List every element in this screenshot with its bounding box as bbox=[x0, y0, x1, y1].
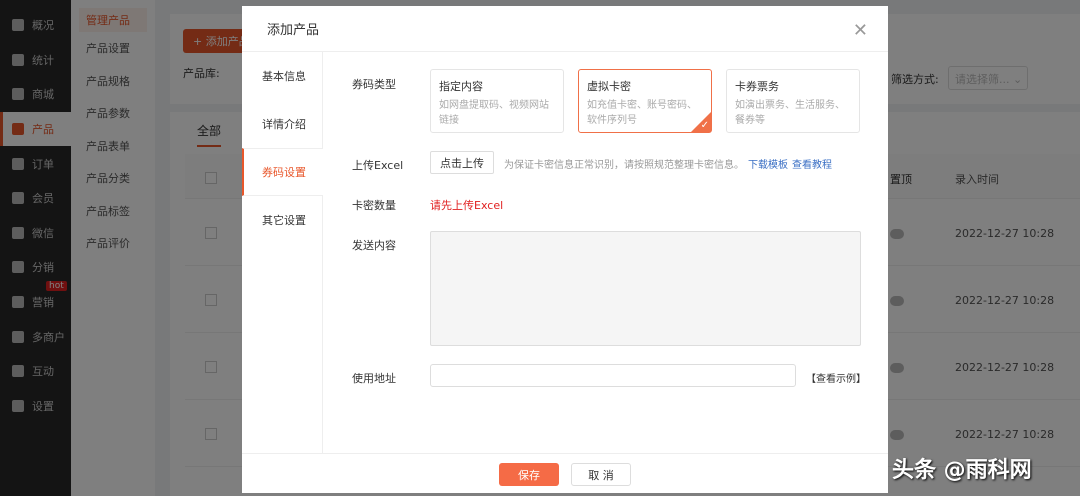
modal-tabs: 基本信息 详情介绍 券码设置 其它设置 bbox=[242, 52, 323, 453]
content-textarea[interactable] bbox=[430, 231, 861, 346]
upload-button[interactable]: 点击上传 bbox=[430, 151, 494, 174]
save-button[interactable]: 保存 bbox=[499, 463, 559, 486]
download-template-link[interactable]: 下载模板 bbox=[748, 160, 788, 171]
code-type-option[interactable]: 卡券票务 如演出票务、生活服务、餐券等 bbox=[726, 69, 860, 133]
count-label: 卡密数量 bbox=[352, 199, 396, 212]
count-error: 请先上传Excel bbox=[430, 199, 504, 212]
cancel-button[interactable]: 取 消 bbox=[571, 463, 631, 486]
view-example-link[interactable]: 【查看示例】 bbox=[806, 370, 866, 385]
tab-basic-info[interactable]: 基本信息 bbox=[242, 52, 322, 100]
code-type-option[interactable]: 指定内容 如网盘提取码、视频网站链接 bbox=[430, 69, 564, 133]
tab-details[interactable]: 详情介绍 bbox=[242, 100, 322, 148]
watermark: 头条 @雨科网 bbox=[892, 458, 1032, 483]
code-type-option-selected[interactable]: 虚拟卡密 如充值卡密、账号密码、软件序列号 ✓ bbox=[578, 69, 712, 133]
tab-code-settings[interactable]: 券码设置 bbox=[242, 148, 323, 196]
address-label: 使用地址 bbox=[352, 372, 396, 385]
upload-hint: 为保证卡密信息正常识别，请按照规范整理卡密信息。 下载模板 查看教程 bbox=[504, 160, 832, 171]
tab-other-settings[interactable]: 其它设置 bbox=[242, 196, 322, 244]
modal-title: 添加产品 bbox=[242, 6, 888, 52]
content-label: 发送内容 bbox=[352, 239, 396, 252]
tutorial-link[interactable]: 查看教程 bbox=[792, 160, 832, 171]
address-input[interactable] bbox=[430, 364, 796, 387]
modal-footer: 保存 取 消 bbox=[242, 453, 888, 493]
check-icon: ✓ bbox=[700, 120, 709, 131]
add-product-modal: 添加产品 ✕ 基本信息 详情介绍 券码设置 其它设置 券码类型 指定内容 如网盘提… bbox=[242, 6, 888, 493]
code-type-label: 券码类型 bbox=[352, 78, 396, 91]
upload-label: 上传Excel bbox=[352, 159, 404, 172]
close-icon[interactable]: ✕ bbox=[853, 20, 868, 41]
